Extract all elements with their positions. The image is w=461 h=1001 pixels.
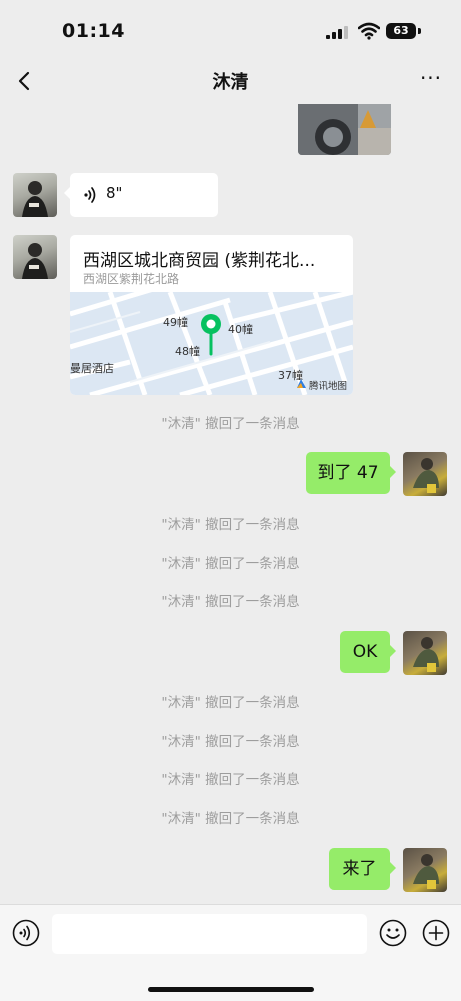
recall-notice: "沐清" 撤回了一条消息 — [161, 811, 300, 827]
self-avatar[interactable] — [403, 631, 447, 675]
recall-notice: "沐清" 撤回了一条消息 — [161, 416, 300, 432]
sent-message-bubble[interactable]: 到了 47 — [306, 452, 396, 494]
more-options-button[interactable]: ··· — [414, 68, 448, 94]
status-time: 01:14 — [62, 20, 125, 42]
location-title: 西湖区城北商贸园 (紫荆花北... — [83, 251, 316, 271]
chat-input-bar — [0, 904, 461, 1001]
peer-avatar[interactable] — [13, 173, 57, 217]
sent-message-bubble[interactable]: 来了 — [329, 848, 396, 890]
tencent-map-logo-icon — [297, 379, 306, 388]
battery-tip — [418, 28, 421, 34]
map-provider-label: 腾讯地图 — [309, 381, 348, 392]
photo-thumbnail — [298, 104, 391, 155]
recall-notice: "沐清" 撤回了一条消息 — [161, 556, 300, 572]
avatar-image — [22, 243, 48, 279]
recall-notice: "沐清" 撤回了一条消息 — [161, 594, 300, 610]
location-message-card[interactable]: 西湖区城北商贸园 (紫荆花北... 西湖区紫荆花北路 49幢 40幢 48幢 曼… — [70, 235, 353, 395]
recall-notice: "沐清" 撤回了一条消息 — [161, 517, 300, 533]
self-avatar[interactable] — [403, 452, 447, 496]
recall-notice: "沐清" 撤回了一条消息 — [161, 695, 300, 711]
recall-notice: "沐清" 撤回了一条消息 — [161, 734, 300, 750]
plus-icon[interactable] — [422, 919, 450, 947]
map-label-49: 49幢 — [163, 316, 188, 329]
chat-header: 沐清 ··· — [0, 58, 461, 104]
location-pin-icon — [201, 314, 221, 356]
chat-title: 沐清 — [212, 72, 249, 93]
avatar-image — [22, 181, 48, 217]
voice-wave-icon — [84, 187, 96, 203]
voice-duration: 8" — [106, 184, 123, 202]
sent-message-bubble[interactable]: OK — [340, 631, 396, 673]
wifi-icon — [358, 22, 380, 40]
home-indicator — [148, 987, 314, 992]
peer-avatar[interactable] — [13, 235, 57, 279]
status-bar: 01:14 63 — [0, 0, 461, 58]
self-avatar[interactable] — [403, 848, 447, 892]
map-label-40: 40幢 — [228, 323, 253, 336]
location-map-preview: 49幢 40幢 48幢 曼居酒店 37幢 腾讯地图 — [70, 292, 353, 395]
avatar-image — [413, 637, 439, 672]
voice-input-icon[interactable] — [12, 919, 40, 947]
voice-message[interactable]: 8" — [64, 173, 218, 217]
sent-photo-message[interactable] — [298, 104, 391, 155]
avatar-image — [413, 458, 439, 493]
recall-notice: "沐清" 撤回了一条消息 — [161, 772, 300, 788]
battery-indicator: 63 — [386, 23, 416, 39]
avatar-image — [413, 854, 439, 889]
location-address: 西湖区紫荆花北路 — [83, 272, 180, 286]
map-label-hotel: 曼居酒店 — [70, 362, 114, 375]
cellular-signal-icon — [326, 25, 348, 39]
emoji-icon[interactable] — [379, 919, 407, 947]
message-input[interactable] — [52, 914, 367, 954]
